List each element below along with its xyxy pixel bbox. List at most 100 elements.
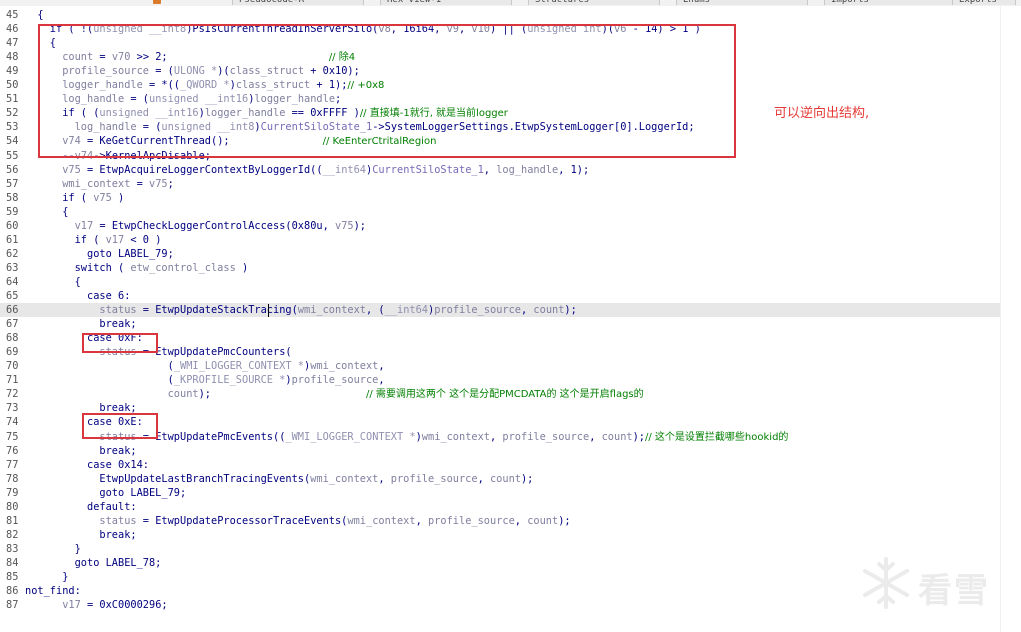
code-line[interactable]: 72 count); // 需要调用这两个 这个是分配PMCDATA的 这个是开… xyxy=(0,387,1000,401)
line-number: 85 xyxy=(6,571,19,583)
code-line[interactable]: 71 (_KPROFILE_SOURCE *)profile_source, xyxy=(0,373,1000,387)
code-token: break; xyxy=(25,528,137,541)
kanxue-watermark: 看雪 xyxy=(858,555,1008,611)
tab-5[interactable]: Exports xyxy=(952,0,1016,5)
code-token: v75 xyxy=(149,177,168,190)
code-text: v17 = 0xC0000296; xyxy=(25,598,167,612)
code-text: default: xyxy=(25,500,137,514)
code-token: < 0 ) xyxy=(124,233,162,246)
code-token: ; xyxy=(167,177,174,190)
code-token: , xyxy=(415,514,428,527)
code-line[interactable]: 80 default: xyxy=(0,500,1000,514)
line-number: 74 xyxy=(6,416,19,429)
code-line[interactable]: 57 wmi_context = v75; xyxy=(0,177,1000,191)
code-text: count); // 需要调用这两个 这个是分配PMCDATA的 这个是开启fl… xyxy=(25,387,644,402)
code-line[interactable]: 56 v75 = EtwpAcquireLoggerContextByLogge… xyxy=(0,163,1000,177)
code-text: status = EtwpUpdateProcessorTraceEvents(… xyxy=(25,514,570,528)
code-line[interactable]: 78 EtwpUpdateLastBranchTracingEvents(wmi… xyxy=(0,472,1000,486)
code-token: , xyxy=(490,430,503,443)
code-token: wmi_context xyxy=(347,514,416,527)
code-token: ); xyxy=(520,472,534,485)
code-line[interactable]: 63 switch ( etw_control_class ) xyxy=(0,261,1000,275)
line-number: 83 xyxy=(6,542,19,555)
code-line[interactable]: 61 if ( v17 < 0 ) xyxy=(0,233,1000,247)
code-token: } xyxy=(25,571,69,583)
code-token: wmi_context xyxy=(310,360,379,373)
code-token: = EtwpUpdateStackTracing( xyxy=(136,304,298,317)
tab-2[interactable]: Structures xyxy=(528,0,660,5)
tab-4[interactable]: Imports xyxy=(824,0,956,5)
highlight-box-struct xyxy=(38,24,736,158)
code-line[interactable]: 76 break; xyxy=(0,444,1000,458)
code-text: case 6: xyxy=(25,289,130,303)
code-text: status = EtwpUpdateStackTracing(wmi_cont… xyxy=(25,303,577,317)
line-number: 80 xyxy=(6,500,19,513)
code-line[interactable]: 85 } xyxy=(0,570,1000,584)
code-token: , 1); xyxy=(558,163,590,176)
code-line[interactable]: 60 v17 = EtwpCheckLoggerControlAccess(0x… xyxy=(0,219,1000,233)
code-token: , xyxy=(589,430,602,443)
code-line[interactable]: 64 { xyxy=(0,275,1000,289)
code-text: break; xyxy=(25,528,137,542)
highlight-box-case-e xyxy=(82,413,158,439)
code-line[interactable]: 87 v17 = 0xC0000296; xyxy=(0,598,1000,612)
line-number: 58 xyxy=(6,191,19,204)
code-line[interactable]: 59 { xyxy=(0,205,1000,219)
line-number: 75 xyxy=(6,430,19,443)
code-line[interactable]: 58 if ( v75 ) xyxy=(0,191,1000,205)
code-token: profile_source xyxy=(434,304,522,317)
line-number: 86 xyxy=(6,585,19,598)
code-line[interactable]: 81 status = EtwpUpdateProcessorTraceEven… xyxy=(0,514,1000,528)
code-token: count xyxy=(601,430,633,443)
line-number: 51 xyxy=(6,93,19,106)
code-token: , xyxy=(378,472,391,485)
line-number: 48 xyxy=(6,51,19,64)
code-line[interactable]: 62 goto LABEL_79; xyxy=(0,247,1000,261)
code-text: switch ( etw_control_class ) xyxy=(25,261,249,275)
code-token: ); xyxy=(564,304,577,317)
code-token: case 6: xyxy=(25,290,131,302)
code-text: { xyxy=(25,8,44,22)
code-token: wmi_context xyxy=(310,472,379,485)
line-number: 79 xyxy=(6,486,19,499)
code-token: = EtwpCheckLoggerControlAccess(0x80u, xyxy=(93,219,335,232)
code-token: __int64 xyxy=(322,163,366,176)
text-caret xyxy=(268,304,269,318)
watermark-text: 看雪 xyxy=(918,571,990,611)
code-line[interactable]: 66 status = EtwpUpdateStackTracing(wmi_c… xyxy=(0,303,1000,318)
line-number: 70 xyxy=(6,360,19,373)
line-number: 73 xyxy=(6,402,19,415)
code-token: count xyxy=(489,472,521,485)
tab-0[interactable]: Pseudocode-A xyxy=(232,0,364,5)
code-line[interactable]: 67 break; xyxy=(0,317,1000,331)
code-text: break; xyxy=(25,444,136,458)
code-line[interactable]: 79 goto LABEL_79; xyxy=(0,486,1000,500)
code-token: CurrentSiloState_1 xyxy=(372,163,484,176)
code-token: { xyxy=(25,9,44,21)
code-line[interactable]: 83 } xyxy=(0,542,1000,556)
code-token: goto LABEL_79; xyxy=(25,486,187,499)
code-line[interactable]: 70 (_WMI_LOGGER_CONTEXT *)wmi_context, xyxy=(0,359,1000,373)
code-line[interactable]: 82 break; xyxy=(0,528,1000,542)
code-line[interactable]: 84 goto LABEL_78; xyxy=(0,556,1000,570)
editor-scroll-edge[interactable] xyxy=(1000,6,1021,632)
code-token: _KPROFILE_SOURCE * xyxy=(173,374,286,387)
code-text: v75 = EtwpAcquireLoggerContextByLoggerId… xyxy=(25,163,589,177)
code-line[interactable]: 65 case 6: xyxy=(0,289,1000,303)
pseudocode-tab-icon xyxy=(153,0,161,4)
code-line[interactable]: 86 not_find: xyxy=(0,584,1000,598)
code-line[interactable]: 77 case 0x14: xyxy=(0,458,1000,472)
code-token: { xyxy=(25,205,69,218)
code-token: wmi_context xyxy=(62,177,131,190)
code-line[interactable]: 45 { xyxy=(0,8,1000,22)
tab-1[interactable]: Hex View-1 xyxy=(380,0,512,5)
code-token: goto LABEL_78; xyxy=(25,556,162,569)
code-text: wmi_context = v75; xyxy=(25,177,174,191)
snowflake-icon xyxy=(863,557,909,609)
tab-3[interactable]: Enums xyxy=(676,0,808,5)
code-token: wmi_context xyxy=(297,304,366,317)
code-text: (_KPROFILE_SOURCE *)profile_source, xyxy=(25,373,385,387)
